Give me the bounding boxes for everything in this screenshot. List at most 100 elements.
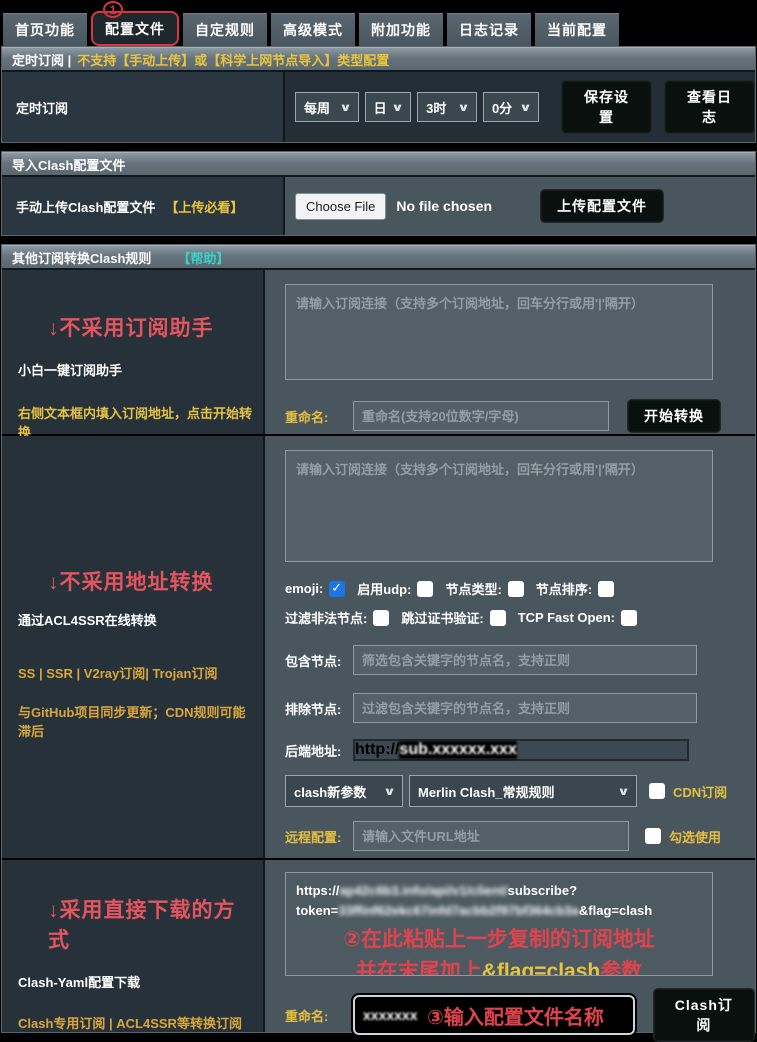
tab-custom-rules[interactable]: 自定规则 (183, 13, 267, 46)
import-header-title: 导入Clash配置文件 (12, 155, 125, 174)
section-import-header: 导入Clash配置文件 (2, 152, 755, 177)
udp-checkbox[interactable] (417, 581, 433, 597)
block-online-convert: ↓不采用地址转换 通过ACL4SSR在线转换 SS | SSR | V2ray订… (2, 436, 755, 860)
tab-config-file[interactable]: 配置文件 (91, 11, 179, 46)
section-import: 导入Clash配置文件 手动上传Clash配置文件 【上传必看】 Choose … (1, 151, 756, 236)
section-schedule-header: 定时订阅 | 不支持【手动上传】或【科学上网节点导入】类型配置 (2, 47, 755, 72)
option-node-type: 节点类型: (445, 579, 531, 598)
backend-address-prefix: http:// (355, 741, 399, 759)
top-tabbar: 1 首页功能 配置文件 自定规则 高级模式 附加功能 日志记录 当前配置 (0, 0, 757, 46)
filter-illegal-checkbox[interactable] (373, 610, 389, 626)
schedule-frequency-select[interactable]: 每周 (295, 92, 359, 122)
convert-help-link[interactable]: 【帮助】 (177, 248, 229, 267)
tab-advanced-mode[interactable]: 高级模式 (271, 13, 355, 46)
schedule-day-value: 日 (374, 98, 387, 117)
url-token-label: token= (296, 903, 338, 918)
section-convert: 其他订阅转换Clash规则 【帮助】 ↓不采用订阅助手 小白一键订阅助手 右侧文… (1, 244, 756, 1033)
schedule-minute-select[interactable]: 0分 (483, 92, 539, 122)
note2-flag-highlight: &flag=clash (482, 960, 600, 977)
schedule-row: 定时订阅 每周 日 3时 0分 保存设置 查看日志 (2, 72, 755, 142)
tab-logs[interactable]: 日志记录 (447, 13, 531, 46)
chevron-down-icon (391, 101, 404, 114)
exclude-node-label: 排除节点: (285, 699, 353, 718)
import-row-label-cell: 手动上传Clash配置文件 【上传必看】 (2, 177, 285, 235)
chevron-down-icon (339, 101, 352, 114)
url-subscribe-part: subscribe? (508, 883, 577, 898)
include-node-label: 包含节点: (285, 651, 353, 670)
schedule-day-select[interactable]: 日 (365, 92, 412, 122)
annotation-step1-badge: 1 (103, 1, 123, 18)
option-emoji-label: emoji: (285, 581, 323, 596)
remote-use-checkbox[interactable] (645, 828, 661, 844)
online-subscription-textarea[interactable] (285, 450, 713, 562)
url-redacted-token: 33ffinf62ekc67infd7acbb2f97bf364cb3a (338, 903, 579, 918)
url-flag-suffix: &flag=clash (579, 903, 652, 918)
import-row-hint: 【上传必看】 (165, 197, 243, 216)
option-filter-illegal-label: 过滤非法节点: (285, 608, 367, 627)
upload-config-button[interactable]: 上传配置文件 (540, 189, 664, 223)
tab-current-config[interactable]: 当前配置 (535, 13, 619, 46)
import-row-label: 手动上传Clash配置文件 (16, 197, 155, 216)
option-udp-label: 启用udp: (357, 579, 411, 598)
helper-left-panel: ↓不采用订阅助手 小白一键订阅助手 右侧文本框内填入订阅地址，点击开始转换 (2, 270, 265, 434)
option-udp: 启用udp: (357, 579, 441, 598)
option-node-sort-label: 节点排序: (536, 579, 592, 598)
option-tcp-fast-open: TCP Fast Open: (518, 608, 645, 627)
node-type-checkbox[interactable] (508, 581, 524, 597)
convert-options: emoji: 启用udp: 节点类型: 节点排序: 过滤非法节点: (285, 579, 737, 627)
save-settings-button[interactable]: 保存设置 (561, 80, 652, 134)
schedule-row-label: 定时订阅 (2, 72, 285, 142)
import-row: 手动上传Clash配置文件 【上传必看】 Choose File No file… (2, 177, 755, 235)
emoji-checkbox[interactable] (329, 581, 345, 597)
subscription-url-line2: token=33ffinf62ekc67infd7acbb2f97bf364cb… (296, 901, 702, 921)
note2-pre: 并在末尾加上 (356, 960, 482, 977)
schedule-hour-value: 3时 (426, 98, 446, 117)
direct-rename-label: 重命名: (285, 1006, 353, 1025)
block-direct-download: ↓采用直接下载的方式 Clash-Yaml配置下载 Clash专用订阅 | AC… (2, 860, 755, 1032)
skip-cert-checkbox[interactable] (490, 610, 506, 626)
tcp-fast-open-checkbox[interactable] (621, 610, 637, 626)
view-log-button[interactable]: 查看日志 (664, 80, 755, 134)
helper-rename-input[interactable] (353, 401, 609, 431)
exclude-node-input[interactable] (353, 693, 697, 723)
import-row-controls: Choose File No file chosen 上传配置文件 (285, 177, 755, 235)
backend-address-input[interactable]: http://sub.xxxxxx.xxx (353, 739, 689, 761)
chevron-down-icon (519, 101, 532, 114)
direct-subscription-textarea[interactable]: https://ap42c6b3.info/api/v1/client/subs… (285, 872, 713, 976)
schedule-hour-select[interactable]: 3时 (417, 92, 477, 122)
direct-rename-input[interactable]: xxxxxxx ③输入配置文件名称 (353, 995, 635, 1035)
rule-template-select[interactable]: Merlin Clash_常规规则 (409, 775, 637, 807)
helper-right-panel: 重命名: 开始转换 (265, 270, 755, 434)
online-annotation-title: ↓不采用地址转换 (48, 566, 255, 596)
online-line3: 与GitHub项目同步更新；CDN规则可能滞后 (18, 702, 255, 740)
remote-config-input[interactable] (353, 821, 629, 851)
node-sort-checkbox[interactable] (598, 581, 614, 597)
direct-rename-redacted: xxxxxxx (363, 1007, 418, 1023)
helper-convert-button[interactable]: 开始转换 (627, 399, 721, 433)
online-left-panel: ↓不采用地址转换 通过ACL4SSR在线转换 SS | SSR | V2ray订… (2, 436, 265, 858)
direct-line2: Clash专用订阅 | ACL4SSR等转换订阅 (18, 1013, 255, 1032)
section-gap (0, 236, 757, 244)
schedule-row-controls: 每周 日 3时 0分 保存设置 查看日志 (285, 72, 755, 142)
chevron-down-icon (383, 785, 396, 798)
clash-param-select[interactable]: clash新参数 (285, 775, 403, 807)
note2-post: 参数 (600, 960, 642, 977)
include-node-input[interactable] (353, 645, 697, 675)
remote-use-label: 勾选使用 (669, 827, 721, 846)
helper-subscription-textarea[interactable] (285, 284, 713, 380)
direct-right-panel: https://ap42c6b3.info/api/v1/client/subs… (265, 860, 755, 1032)
option-skip-cert: 跳过证书验证: (401, 608, 513, 627)
remote-config-label: 远程配置: (285, 827, 353, 846)
helper-line1: 小白一键订阅助手 (18, 360, 255, 379)
option-node-type-label: 节点类型: (445, 579, 501, 598)
tab-home[interactable]: 首页功能 (3, 13, 87, 46)
option-tcp-fast-open-label: TCP Fast Open: (518, 610, 615, 625)
clash-subscribe-button[interactable]: Clash订阅 (653, 988, 755, 1042)
tab-addons[interactable]: 附加功能 (359, 13, 443, 46)
cdn-subscribe-label: CDN订阅 (673, 782, 727, 801)
annotation-step3: ③输入配置文件名称 (427, 1001, 604, 1030)
section-schedule: 定时订阅 | 不支持【手动上传】或【科学上网节点导入】类型配置 定时订阅 每周 … (1, 46, 756, 143)
cdn-subscribe-checkbox[interactable] (649, 783, 665, 799)
clash-param-value: clash新参数 (294, 782, 366, 801)
choose-file-button[interactable]: Choose File (295, 193, 386, 220)
